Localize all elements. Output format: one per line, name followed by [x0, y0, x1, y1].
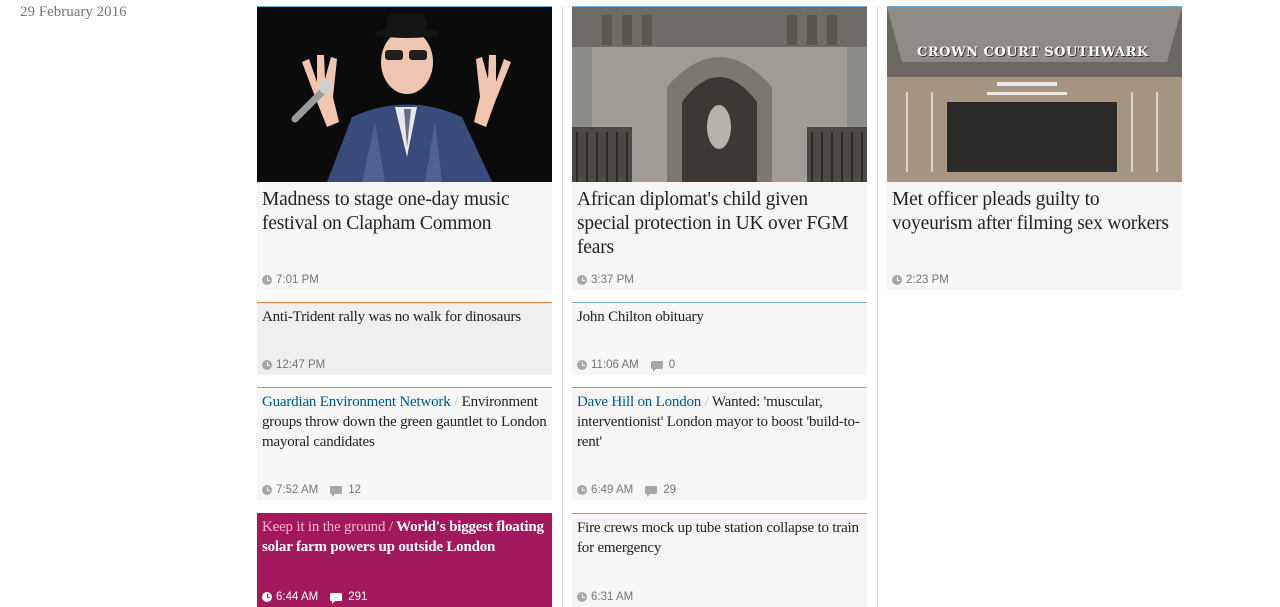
court-sign-text: CROWN COURT SOUTHWARK	[917, 45, 1149, 60]
story-time: 6:31 AM	[591, 591, 634, 603]
featured-story-card[interactable]: CROWN COURT SOUTHWARK Met officer pleads…	[887, 6, 1182, 290]
comment-icon	[330, 486, 343, 497]
comment-count[interactable]: 12	[348, 484, 361, 496]
kicker-separator: /	[388, 519, 393, 535]
story-meta: 6:49 AM 29	[577, 484, 676, 497]
story-headline[interactable]: Keep it in the ground / World's biggest …	[257, 513, 552, 557]
featured-story-card[interactable]: African diplomat's child given special p…	[572, 6, 867, 290]
story-time: 6:44 AM	[276, 591, 319, 603]
clock-icon	[577, 485, 587, 495]
clock-icon	[262, 485, 272, 495]
story-headline[interactable]: African diplomat's child given special p…	[572, 182, 867, 260]
story-card[interactable]: Anti-Trident rally was no walk for dinos…	[257, 302, 552, 375]
story-card[interactable]: John Chilton obituary 11:06 AM 0	[572, 302, 867, 375]
comment-count[interactable]: 29	[663, 484, 676, 496]
story-meta: 3:37 PM	[577, 274, 634, 286]
column-divider	[562, 7, 563, 607]
comment-icon	[330, 593, 343, 604]
clock-icon	[577, 275, 587, 285]
story-meta: 11:06 AM 0	[577, 359, 675, 372]
story-time: 3:37 PM	[591, 274, 634, 286]
story-headline[interactable]: John Chilton obituary	[572, 303, 867, 327]
story-headline[interactable]: Guardian Environment Network / Environme…	[257, 388, 552, 452]
story-meta: 2:23 PM	[892, 274, 949, 286]
comment-icon	[650, 361, 663, 372]
story-time: 12:47 PM	[276, 359, 326, 371]
story-image: CROWN COURT SOUTHWARK	[887, 7, 1182, 182]
story-headline[interactable]: Anti-Trident rally was no walk for dinos…	[257, 303, 552, 327]
featured-story-card[interactable]: Madness to stage one-day music festival …	[257, 6, 552, 290]
clock-icon	[262, 360, 272, 370]
story-kicker[interactable]: Dave Hill on London	[577, 394, 701, 410]
story-headline[interactable]: Dave Hill on London / Wanted: 'muscular,…	[572, 388, 867, 452]
story-kicker[interactable]: Guardian Environment Network	[262, 394, 451, 410]
clock-icon	[892, 275, 902, 285]
story-headline[interactable]: Met officer pleads guilty to voyeurism a…	[887, 182, 1182, 236]
story-card[interactable]: Dave Hill on London / Wanted: 'muscular,…	[572, 387, 867, 500]
story-image	[257, 7, 552, 182]
clock-icon	[262, 592, 272, 602]
story-time: 11:06 AM	[591, 359, 639, 371]
story-meta: 7:01 PM	[262, 274, 319, 286]
story-time: 7:52 AM	[276, 484, 319, 496]
kicker-separator: /	[704, 394, 709, 410]
kicker-separator: /	[454, 394, 459, 410]
story-card[interactable]: Guardian Environment Network / Environme…	[257, 387, 552, 500]
story-kicker[interactable]: Keep it in the ground	[262, 519, 385, 535]
feature-story-card[interactable]: Keep it in the ground / World's biggest …	[257, 513, 552, 607]
story-headline[interactable]: Madness to stage one-day music festival …	[257, 182, 552, 236]
story-headline[interactable]: Fire crews mock up tube station collapse…	[572, 514, 867, 558]
story-time: 6:49 AM	[591, 484, 634, 496]
comment-icon	[645, 486, 658, 497]
story-card[interactable]: Fire crews mock up tube station collapse…	[572, 513, 867, 607]
story-meta: 6:44 AM 291	[262, 591, 367, 604]
comment-count[interactable]: 0	[669, 359, 675, 371]
clock-icon	[577, 360, 587, 370]
column-divider	[877, 7, 878, 607]
clock-icon	[577, 592, 587, 602]
clock-icon	[262, 275, 272, 285]
story-meta: 7:52 AM 12	[262, 484, 361, 497]
section-date: 29 February 2016	[20, 4, 127, 20]
story-time: 7:01 PM	[276, 274, 319, 286]
comment-count[interactable]: 291	[348, 591, 367, 603]
story-image	[572, 7, 867, 182]
story-meta: 6:31 AM	[577, 591, 633, 603]
story-meta: 12:47 PM	[262, 359, 325, 371]
story-time: 2:23 PM	[906, 274, 949, 286]
